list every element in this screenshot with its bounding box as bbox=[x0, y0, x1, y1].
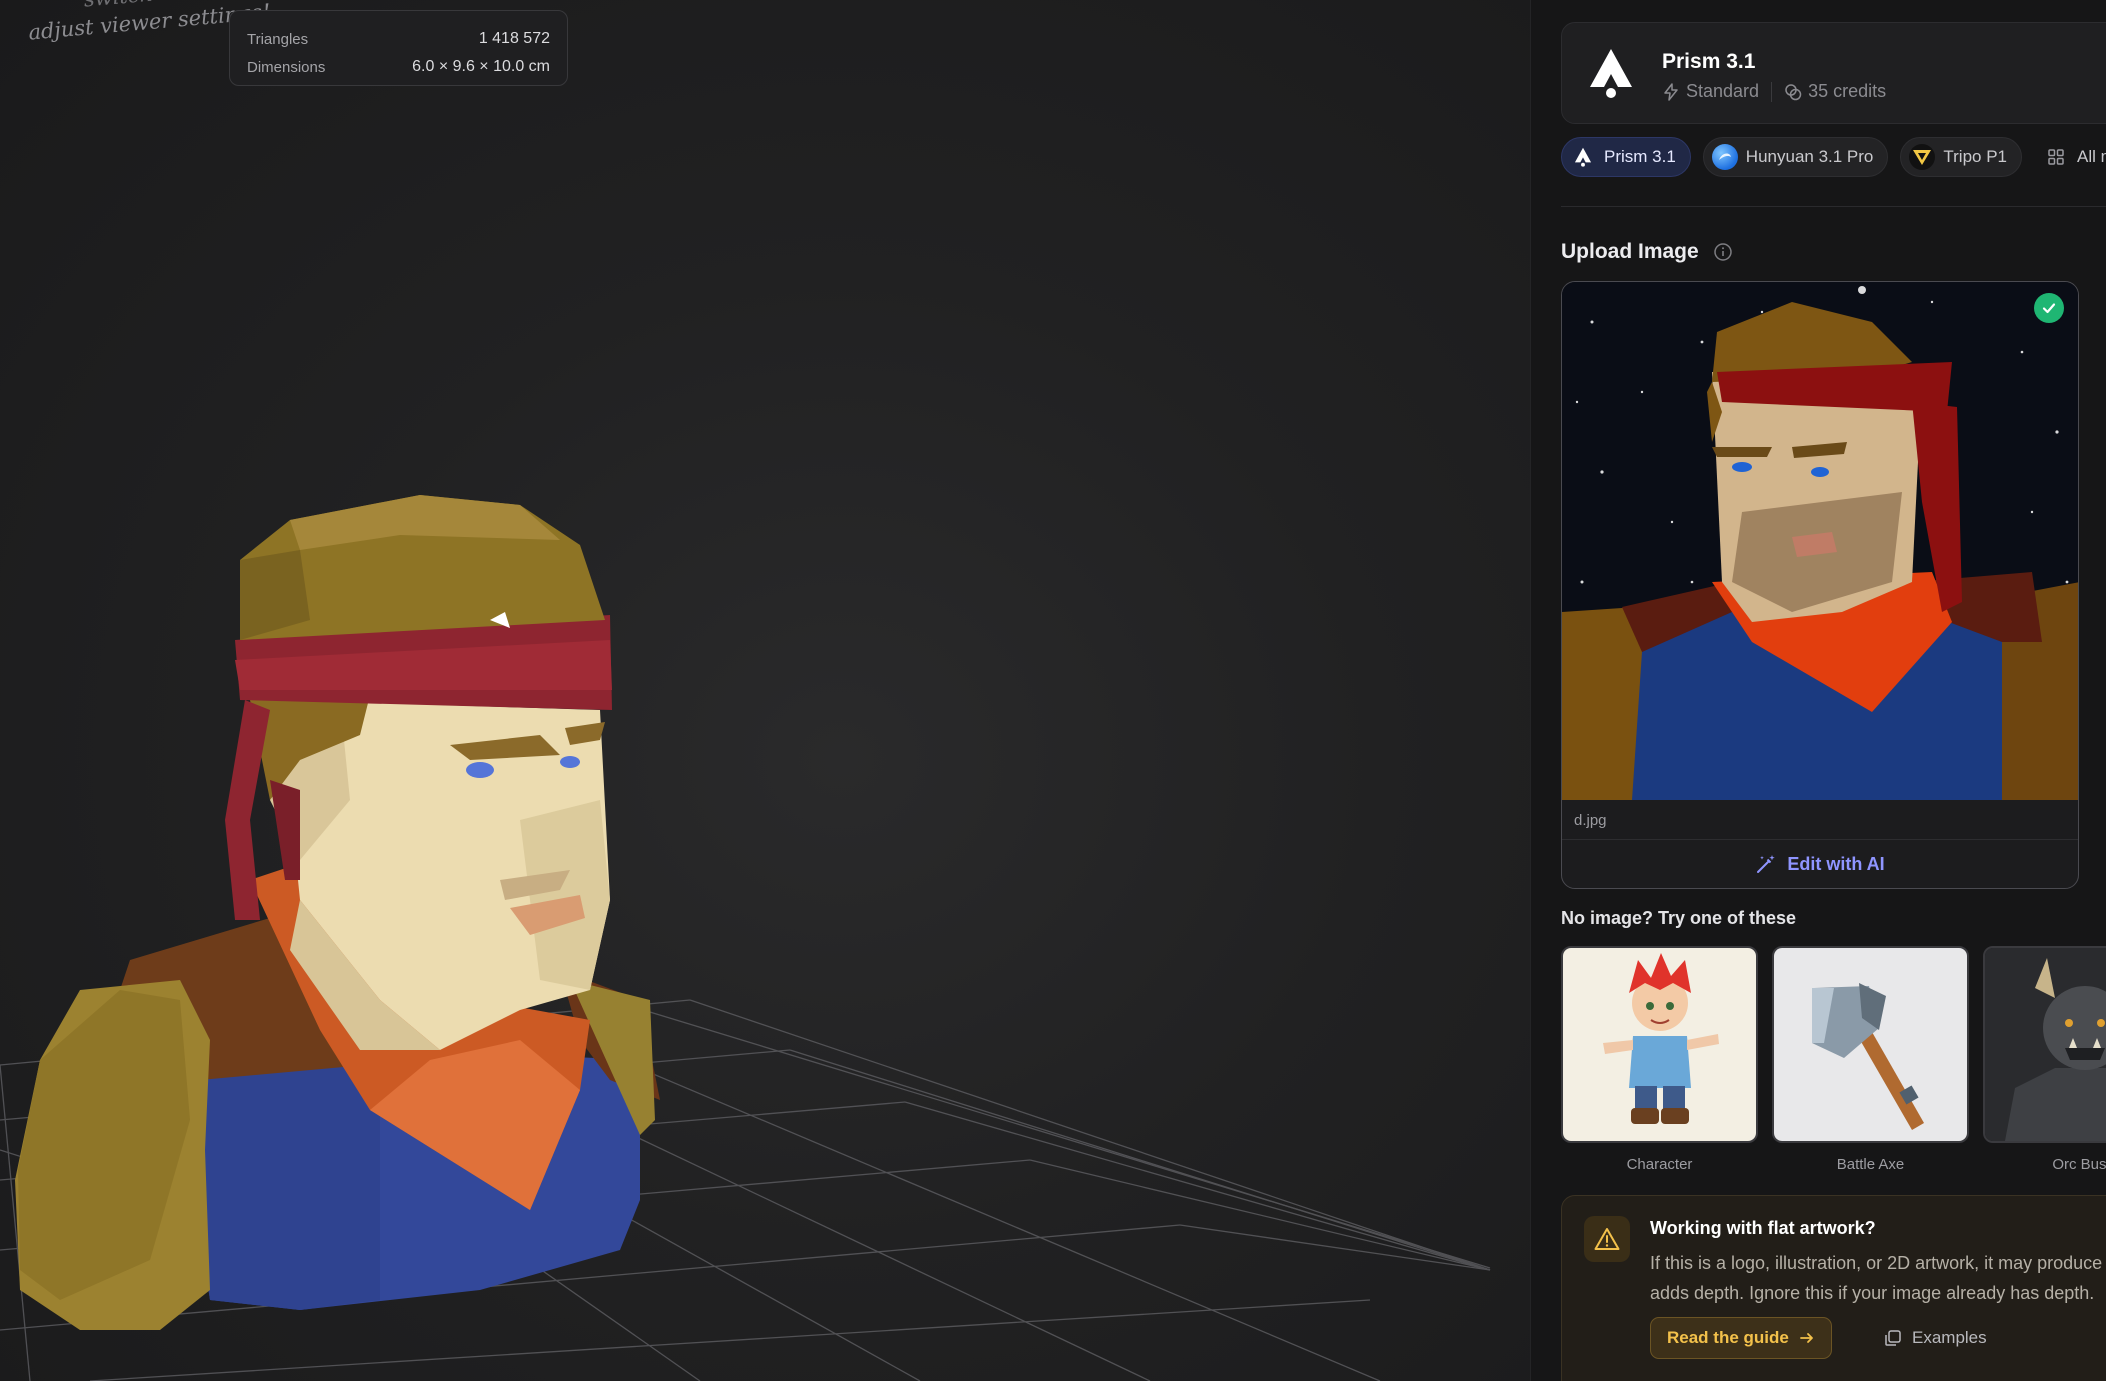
warning-line1: If this is a logo, illustration, or 2D a… bbox=[1650, 1253, 2103, 1273]
model-tier: Standard bbox=[1686, 81, 1760, 101]
example-label: Orc Bust bbox=[2052, 1156, 2106, 1173]
example-label: Character bbox=[1626, 1156, 1693, 1173]
example-orc-bust[interactable]: Orc Bust bbox=[1983, 946, 2106, 1173]
warning-title: Working with flat artwork? bbox=[1650, 1218, 1876, 1238]
character-model bbox=[15, 495, 660, 1330]
grid-icon bbox=[2043, 144, 2069, 170]
warning-icon bbox=[1584, 1216, 1630, 1262]
stats-row-dimensions: Dimensions 6.0 × 9.6 × 10.0 cm bbox=[247, 53, 550, 81]
uploaded-file-name: d.jpg bbox=[1574, 812, 1607, 829]
upload-title: Upload Image bbox=[1561, 240, 1699, 263]
chip-label: Hunyuan 3.1 Pro bbox=[1745, 147, 1874, 166]
edit-with-ai-button[interactable]: Edit with AI bbox=[1562, 840, 2078, 888]
3d-viewport[interactable]: switch views or adjust viewer settings! … bbox=[0, 0, 1530, 1381]
example-battle-axe[interactable]: Battle Axe bbox=[1772, 946, 1969, 1173]
stats-value: 1 418 572 bbox=[478, 30, 550, 47]
meta-divider bbox=[1771, 81, 1773, 102]
read-guide-label: Read the guide bbox=[1667, 1328, 1789, 1347]
section-divider bbox=[1561, 206, 2106, 207]
model-stats-panel: Triangles 1 418 572 Dimensions 6.0 × 9.6… bbox=[229, 10, 568, 86]
selected-model-card[interactable]: Prism 3.1 Standard 35 credits bbox=[1561, 22, 2106, 124]
warning-body: If this is a logo, illustration, or 2D a… bbox=[1650, 1248, 2106, 1308]
read-guide-button[interactable]: Read the guide bbox=[1650, 1317, 1832, 1359]
model-chip-list: Prism 3.1 Hunyuan 3.1 Pro Tripo P1 All m… bbox=[1561, 137, 2106, 177]
example-label: Battle Axe bbox=[1836, 1156, 1905, 1173]
info-icon[interactable] bbox=[1713, 242, 1733, 262]
chip-label: Prism 3.1 bbox=[1604, 147, 1676, 166]
chip-hunyuan[interactable]: Hunyuan 3.1 Pro bbox=[1702, 137, 1889, 177]
tripo-logo-icon bbox=[1909, 144, 1936, 170]
example-character[interactable]: Character bbox=[1561, 946, 1758, 1173]
example-thumbnail bbox=[1561, 946, 1758, 1143]
flat-artwork-warning: Working with flat artwork? If this is a … bbox=[1561, 1195, 2106, 1381]
generation-sidebar: Prism 3.1 Standard 35 credits Prism 3.1 bbox=[1530, 0, 2106, 1381]
upload-dropzone[interactable]: d.jpg Edit with AI bbox=[1561, 281, 2079, 889]
upload-section-title: Upload Image bbox=[1561, 240, 1733, 264]
gallery-icon bbox=[1885, 1330, 1901, 1346]
coins-icon bbox=[1785, 83, 1802, 100]
chip-tripo[interactable]: Tripo P1 bbox=[1900, 137, 2023, 177]
example-thumbnail bbox=[1772, 946, 1969, 1143]
model-name: Prism 3.1 bbox=[1662, 50, 1756, 73]
example-thumbnail bbox=[1983, 946, 2106, 1143]
edit-with-ai-label: Edit with AI bbox=[1787, 853, 1885, 874]
lightning-icon bbox=[1664, 82, 1678, 101]
example-list: Character Battle Axe Orc Bust bbox=[1561, 946, 2106, 1173]
chip-label: Tripo P1 bbox=[1943, 147, 2008, 166]
stats-value: 6.0 × 9.6 × 10.0 cm bbox=[412, 58, 550, 75]
chip-prism[interactable]: Prism 3.1 bbox=[1561, 137, 1691, 177]
chip-label: All models bbox=[2077, 147, 2106, 166]
viewport-scene[interactable] bbox=[0, 0, 1530, 1381]
examples-label: Examples bbox=[1912, 1328, 1987, 1347]
examples-title: No image? Try one of these bbox=[1561, 908, 1797, 928]
examples-button[interactable]: Examples bbox=[1884, 1317, 1987, 1359]
stats-label: Triangles bbox=[247, 30, 309, 48]
arrow-right-icon bbox=[1799, 1333, 1813, 1343]
warning-line2: adds depth. Ignore this if your image al… bbox=[1650, 1283, 2095, 1303]
uploaded-image-preview bbox=[1562, 282, 2078, 800]
prism-logo-icon bbox=[1590, 49, 1632, 98]
upload-success-badge bbox=[2034, 293, 2064, 323]
stats-row-triangles: Triangles 1 418 572 bbox=[247, 25, 550, 53]
model-credits: 35 credits bbox=[1808, 81, 1887, 101]
magic-wand-icon bbox=[1757, 855, 1776, 873]
check-icon bbox=[2042, 303, 2056, 314]
model-meta: Standard 35 credits bbox=[1662, 81, 1886, 102]
hunyuan-logo-icon bbox=[1711, 144, 1738, 170]
stats-label: Dimensions bbox=[247, 58, 326, 76]
prism-logo-icon bbox=[1570, 144, 1596, 170]
chip-all-models[interactable]: All models bbox=[2034, 137, 2106, 177]
